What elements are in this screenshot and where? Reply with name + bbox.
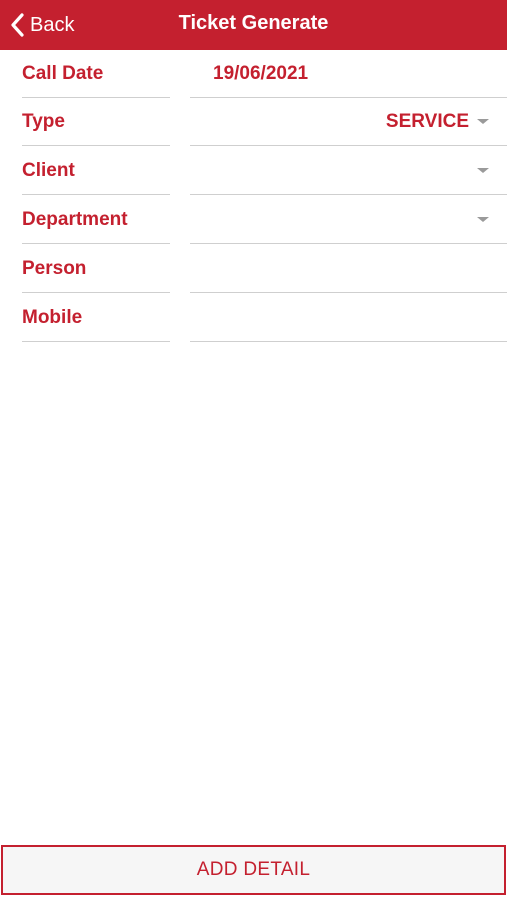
call-date-field[interactable]: 19/06/2021 bbox=[190, 50, 507, 98]
department-label: Department bbox=[22, 196, 170, 244]
dropdown-arrow-icon bbox=[477, 168, 489, 173]
mobile-input[interactable] bbox=[190, 294, 507, 341]
app-header: Back Ticket Generate bbox=[0, 0, 507, 50]
call-date-row: Call Date 19/06/2021 bbox=[0, 50, 507, 98]
page-title: Ticket Generate bbox=[178, 12, 329, 34]
dropdown-arrow-icon bbox=[477, 217, 489, 222]
department-dropdown[interactable] bbox=[190, 196, 507, 244]
dropdown-arrow-icon bbox=[477, 119, 489, 124]
type-label: Type bbox=[22, 98, 170, 146]
call-date-label: Call Date bbox=[22, 50, 170, 98]
department-row: Department bbox=[0, 196, 507, 244]
person-label: Person bbox=[22, 245, 170, 293]
mobile-label: Mobile bbox=[22, 294, 170, 342]
add-detail-button[interactable]: ADD DETAIL bbox=[1, 845, 506, 895]
type-row: Type SERVICE bbox=[0, 98, 507, 146]
mobile-row: Mobile bbox=[0, 294, 507, 342]
person-input[interactable] bbox=[190, 245, 507, 292]
client-dropdown[interactable] bbox=[190, 147, 507, 195]
type-selected-value: SERVICE bbox=[385, 110, 469, 132]
ticket-generate-screen: Back Ticket Generate Call Date 19/06/202… bbox=[0, 0, 507, 900]
type-dropdown[interactable]: SERVICE bbox=[190, 98, 507, 146]
person-row: Person bbox=[0, 245, 507, 293]
client-row: Client bbox=[0, 147, 507, 195]
person-field[interactable] bbox=[190, 245, 507, 293]
call-date-value: 19/06/2021 bbox=[213, 62, 309, 84]
mobile-field[interactable] bbox=[190, 294, 507, 342]
client-label: Client bbox=[22, 147, 170, 195]
